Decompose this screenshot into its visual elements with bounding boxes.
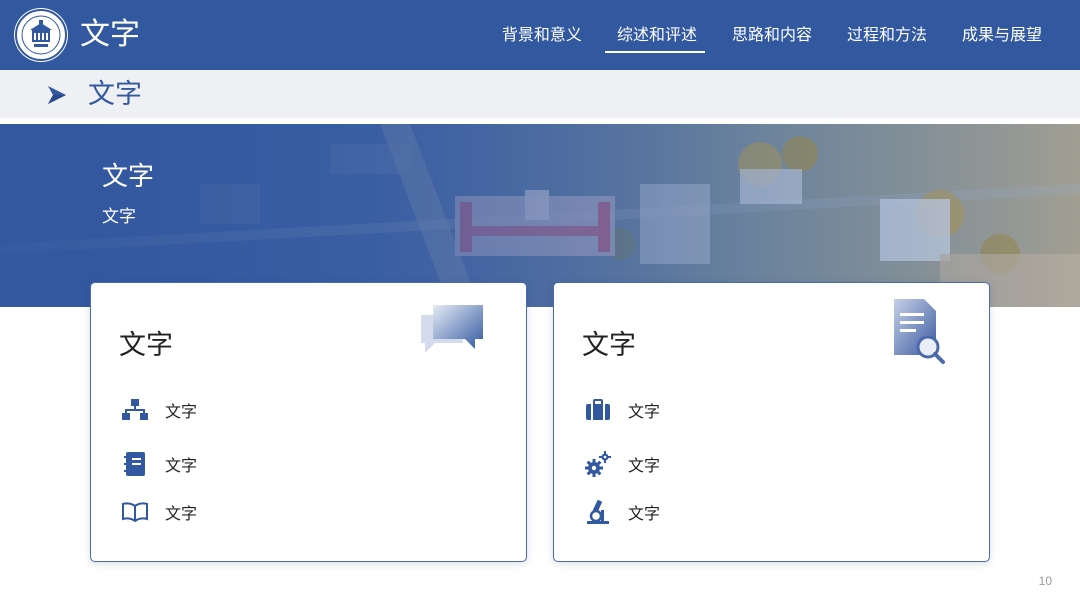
open-book-icon bbox=[121, 498, 149, 526]
banner-subtitle: 文字 bbox=[102, 207, 136, 227]
content-card-left: 文字 文字 文字 文字 bbox=[90, 282, 527, 562]
nav-item-background[interactable]: 背景和意义 bbox=[502, 0, 582, 70]
top-nav: 背景和意义 综述和评述 思路和内容 过程和方法 成果与展望 bbox=[467, 0, 1042, 70]
university-logo bbox=[14, 8, 68, 62]
item-label: 文字 bbox=[628, 402, 661, 421]
section-title-bar: 文字 bbox=[0, 70, 1080, 118]
microscope-icon bbox=[584, 498, 612, 526]
page-number: 10 bbox=[1038, 574, 1052, 588]
list-item: 文字 bbox=[584, 498, 660, 526]
card-title: 文字 bbox=[119, 330, 173, 361]
chat-bubbles-icon bbox=[421, 305, 483, 353]
list-item: 文字 bbox=[121, 498, 197, 526]
org-chart-icon bbox=[121, 396, 149, 424]
nav-item-results[interactable]: 成果与展望 bbox=[962, 0, 1042, 70]
item-label: 文字 bbox=[628, 504, 661, 523]
list-item: 文字 bbox=[584, 450, 660, 478]
item-label: 文字 bbox=[165, 402, 198, 421]
nav-item-review[interactable]: 综述和评述 bbox=[604, 0, 705, 70]
header-bar: 文字 背景和意义 综述和评述 思路和内容 过程和方法 成果与展望 bbox=[0, 0, 1080, 70]
notebook-icon bbox=[121, 450, 149, 478]
campus-banner: 文字 文字 bbox=[0, 124, 1080, 307]
item-label: 文字 bbox=[165, 456, 198, 475]
campus-aerial-image bbox=[0, 124, 1080, 307]
section-title: 文字 bbox=[88, 79, 142, 110]
item-label: 文字 bbox=[165, 504, 198, 523]
card-title: 文字 bbox=[582, 330, 636, 361]
nav-item-approach[interactable]: 思路和内容 bbox=[732, 0, 812, 70]
gears-icon bbox=[584, 450, 612, 478]
brand-title: 文字 bbox=[80, 17, 140, 52]
document-search-icon bbox=[894, 299, 945, 364]
briefcase-icon bbox=[584, 396, 612, 424]
content-card-right: 文字 文字 文字 文字 bbox=[553, 282, 990, 562]
list-item: 文字 bbox=[121, 396, 197, 424]
nav-item-process[interactable]: 过程和方法 bbox=[847, 0, 927, 70]
item-label: 文字 bbox=[628, 456, 661, 475]
list-item: 文字 bbox=[121, 450, 197, 478]
list-item: 文字 bbox=[584, 396, 660, 424]
arrow-right-icon bbox=[48, 86, 66, 104]
banner-title: 文字 bbox=[102, 162, 155, 192]
